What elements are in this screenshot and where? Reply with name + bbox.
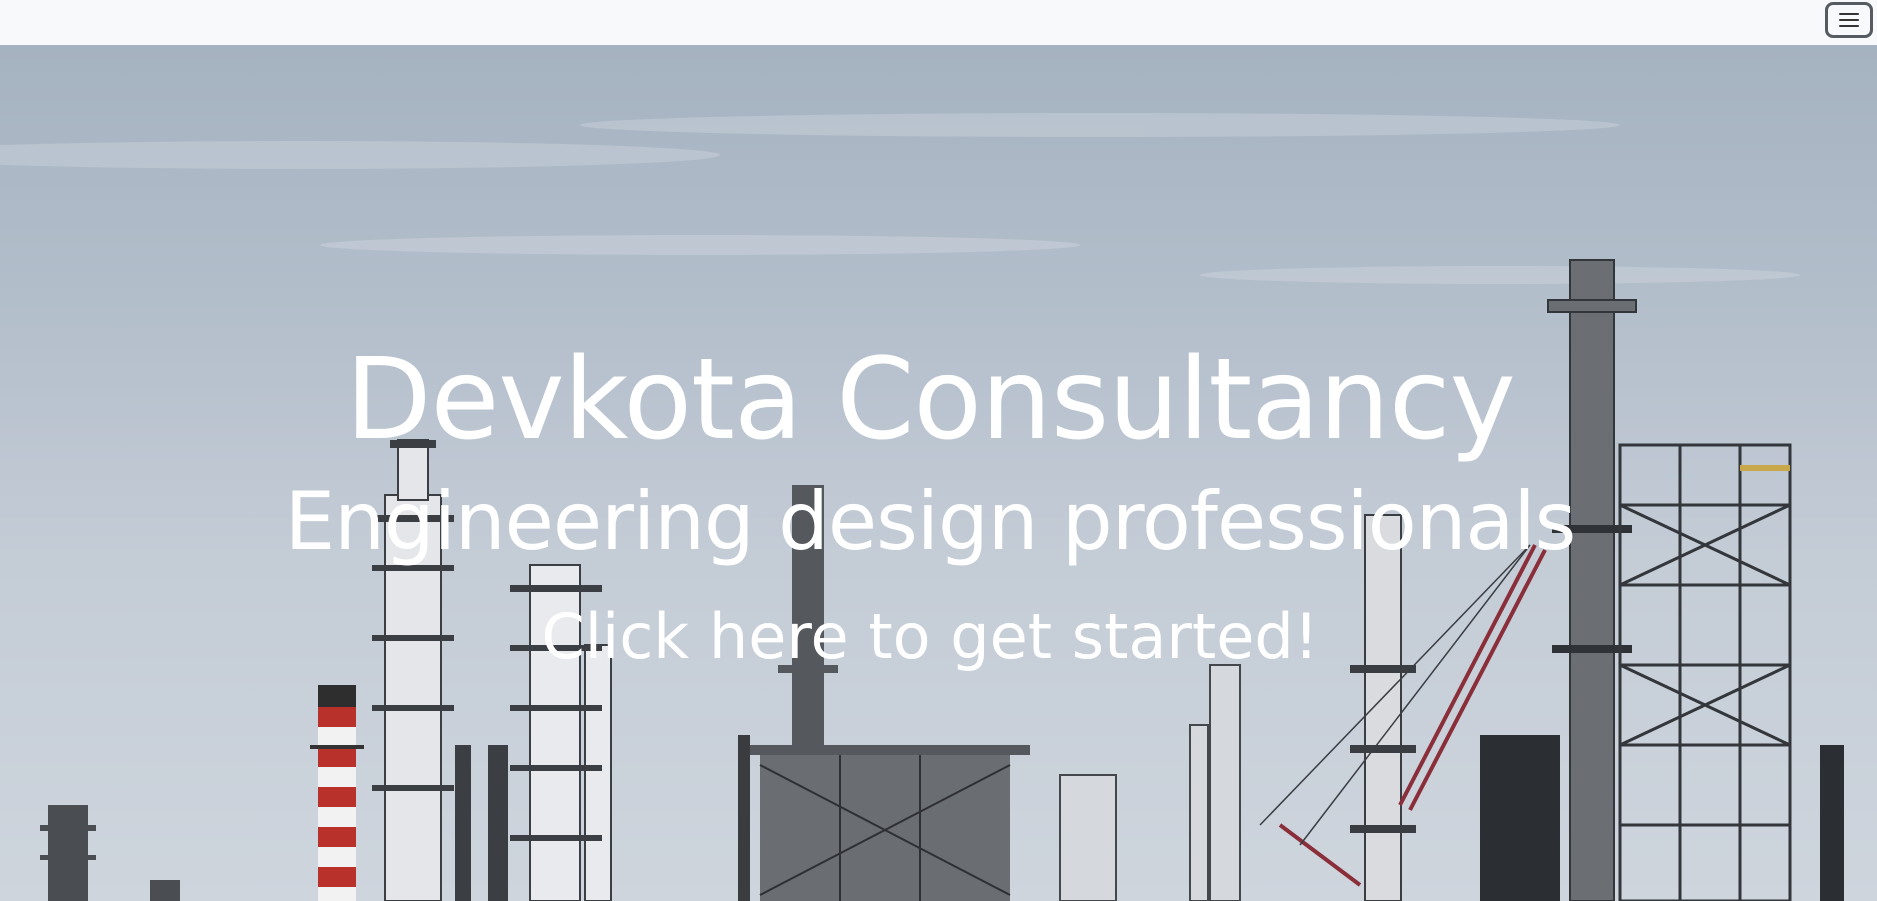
refinery-background-image — [0, 113, 1844, 901]
hero-section: Devkota Consultancy Engineering design p… — [0, 45, 1877, 901]
hero-title: Devkota Consultancy — [345, 335, 1516, 465]
get-started-link[interactable]: Click here to get started! — [0, 600, 1860, 673]
hero-subtitle: Engineering design professionals — [284, 475, 1577, 568]
hamburger-menu-icon — [1839, 13, 1859, 27]
menu-toggle-button[interactable] — [1825, 2, 1873, 38]
navbar — [0, 0, 1877, 45]
